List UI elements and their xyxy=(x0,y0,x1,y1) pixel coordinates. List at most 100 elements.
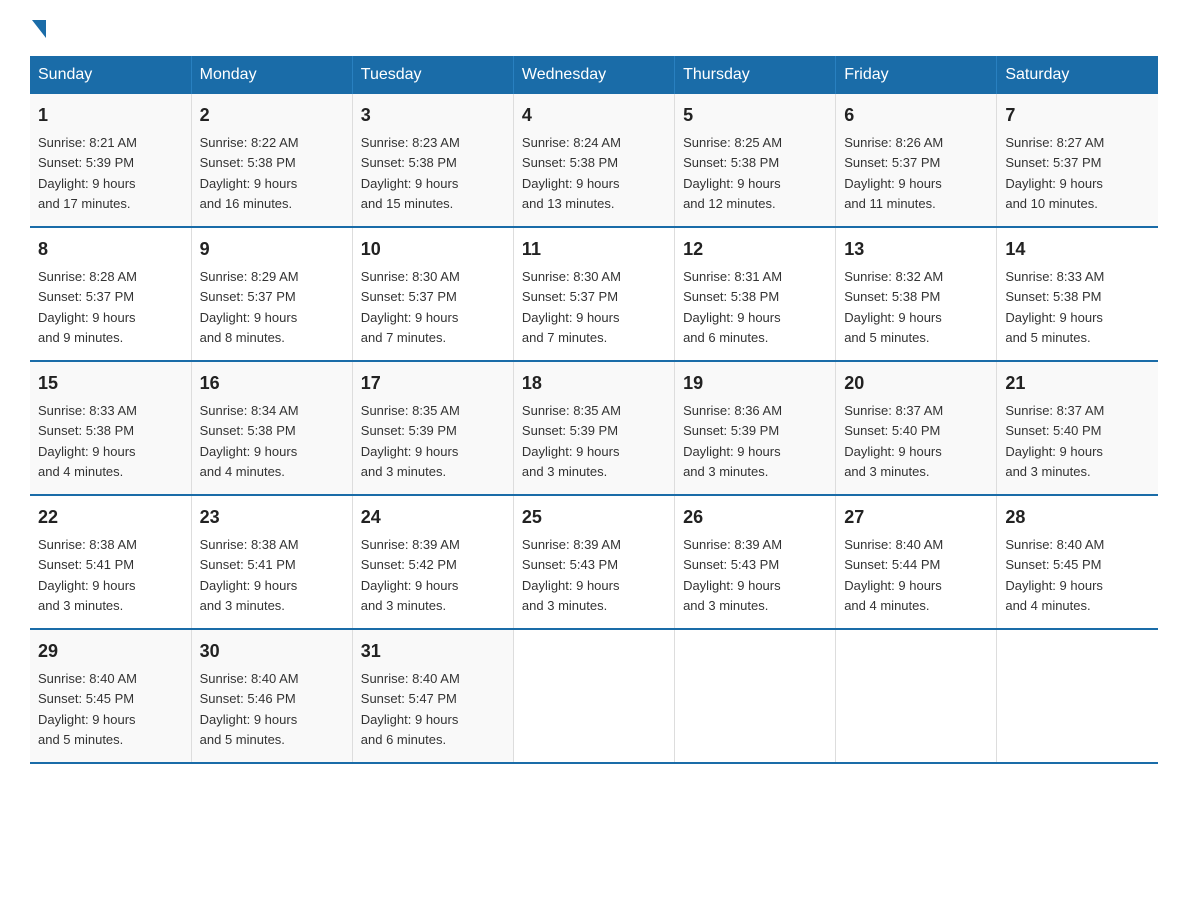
day-cell xyxy=(675,629,836,763)
day-cell: 19 Sunrise: 8:36 AMSunset: 5:39 PMDayligh… xyxy=(675,361,836,495)
day-cell: 5Sunrise: 8:25 AMSunset: 5:38 PMDaylight… xyxy=(675,94,836,227)
header-thursday: Thursday xyxy=(675,56,836,94)
day-cell xyxy=(836,629,997,763)
day-info: Sunrise: 8:22 AMSunset: 5:38 PMDaylight:… xyxy=(200,135,299,211)
day-cell: 13Sunrise: 8:32 AMSunset: 5:38 PMDayligh… xyxy=(836,227,997,361)
day-info: Sunrise: 8:37 AMSunset: 5:40 PMDaylight:… xyxy=(1005,403,1104,479)
day-cell: 28 Sunrise: 8:40 AMSunset: 5:45 PMDayligh… xyxy=(997,495,1158,629)
day-number: 7 xyxy=(1005,102,1150,129)
day-number: 2 xyxy=(200,102,344,129)
day-number: 10 xyxy=(361,236,505,263)
day-info: Sunrise: 8:30 AMSunset: 5:37 PMDaylight:… xyxy=(361,269,460,345)
day-cell: 7 Sunrise: 8:27 AMSunset: 5:37 PMDaylight… xyxy=(997,94,1158,227)
day-info: Sunrise: 8:40 AMSunset: 5:45 PMDaylight:… xyxy=(1005,537,1104,613)
calendar-table: SundayMondayTuesdayWednesdayThursdayFrid… xyxy=(30,56,1158,764)
header-friday: Friday xyxy=(836,56,997,94)
day-number: 6 xyxy=(844,102,988,129)
day-info: Sunrise: 8:38 AMSunset: 5:41 PMDaylight:… xyxy=(38,537,137,613)
day-number: 11 xyxy=(522,236,666,263)
day-cell xyxy=(513,629,674,763)
day-info: Sunrise: 8:35 AMSunset: 5:39 PMDaylight:… xyxy=(361,403,460,479)
day-info: Sunrise: 8:26 AMSunset: 5:37 PMDaylight:… xyxy=(844,135,943,211)
day-number: 19 xyxy=(683,370,827,397)
day-cell: 12Sunrise: 8:31 AMSunset: 5:38 PMDayligh… xyxy=(675,227,836,361)
day-cell: 25 Sunrise: 8:39 AMSunset: 5:43 PMDayligh… xyxy=(513,495,674,629)
day-info: Sunrise: 8:31 AMSunset: 5:38 PMDaylight:… xyxy=(683,269,782,345)
day-cell: 29 Sunrise: 8:40 AMSunset: 5:45 PMDayligh… xyxy=(30,629,191,763)
day-number: 22 xyxy=(38,504,183,531)
day-info: Sunrise: 8:39 AMSunset: 5:43 PMDaylight:… xyxy=(683,537,782,613)
week-row-4: 22 Sunrise: 8:38 AMSunset: 5:41 PMDayligh… xyxy=(30,495,1158,629)
day-number: 4 xyxy=(522,102,666,129)
day-cell: 21 Sunrise: 8:37 AMSunset: 5:40 PMDayligh… xyxy=(997,361,1158,495)
day-cell: 24Sunrise: 8:39 AMSunset: 5:42 PMDayligh… xyxy=(352,495,513,629)
day-info: Sunrise: 8:40 AMSunset: 5:45 PMDaylight:… xyxy=(38,671,137,747)
week-row-2: 8 Sunrise: 8:28 AMSunset: 5:37 PMDaylight… xyxy=(30,227,1158,361)
day-number: 29 xyxy=(38,638,183,665)
day-number: 8 xyxy=(38,236,183,263)
page-header xyxy=(30,20,1158,36)
day-number: 9 xyxy=(200,236,344,263)
day-info: Sunrise: 8:28 AMSunset: 5:37 PMDaylight:… xyxy=(38,269,137,345)
day-info: Sunrise: 8:29 AMSunset: 5:37 PMDaylight:… xyxy=(200,269,299,345)
day-number: 31 xyxy=(361,638,505,665)
day-cell: 30 Sunrise: 8:40 AMSunset: 5:46 PMDayligh… xyxy=(191,629,352,763)
day-cell: 16Sunrise: 8:34 AMSunset: 5:38 PMDayligh… xyxy=(191,361,352,495)
day-cell: 6 Sunrise: 8:26 AMSunset: 5:37 PMDaylight… xyxy=(836,94,997,227)
day-info: Sunrise: 8:24 AMSunset: 5:38 PMDaylight:… xyxy=(522,135,621,211)
day-cell: 1Sunrise: 8:21 AMSunset: 5:39 PMDaylight… xyxy=(30,94,191,227)
day-number: 17 xyxy=(361,370,505,397)
day-number: 20 xyxy=(844,370,988,397)
logo xyxy=(30,20,46,36)
day-cell: 4 Sunrise: 8:24 AMSunset: 5:38 PMDaylight… xyxy=(513,94,674,227)
day-number: 21 xyxy=(1005,370,1150,397)
week-row-1: 1Sunrise: 8:21 AMSunset: 5:39 PMDaylight… xyxy=(30,94,1158,227)
header-saturday: Saturday xyxy=(997,56,1158,94)
day-info: Sunrise: 8:36 AMSunset: 5:39 PMDaylight:… xyxy=(683,403,782,479)
day-number: 30 xyxy=(200,638,344,665)
day-info: Sunrise: 8:38 AMSunset: 5:41 PMDaylight:… xyxy=(200,537,299,613)
day-info: Sunrise: 8:40 AMSunset: 5:46 PMDaylight:… xyxy=(200,671,299,747)
day-cell: 15Sunrise: 8:33 AMSunset: 5:38 PMDayligh… xyxy=(30,361,191,495)
day-info: Sunrise: 8:27 AMSunset: 5:37 PMDaylight:… xyxy=(1005,135,1104,211)
calendar-body: 1Sunrise: 8:21 AMSunset: 5:39 PMDaylight… xyxy=(30,94,1158,763)
day-info: Sunrise: 8:35 AMSunset: 5:39 PMDaylight:… xyxy=(522,403,621,479)
day-info: Sunrise: 8:21 AMSunset: 5:39 PMDaylight:… xyxy=(38,135,137,211)
day-cell: 20 Sunrise: 8:37 AMSunset: 5:40 PMDayligh… xyxy=(836,361,997,495)
day-info: Sunrise: 8:40 AMSunset: 5:47 PMDaylight:… xyxy=(361,671,460,747)
day-number: 16 xyxy=(200,370,344,397)
day-cell: 10 Sunrise: 8:30 AMSunset: 5:37 PMDayligh… xyxy=(352,227,513,361)
header-tuesday: Tuesday xyxy=(352,56,513,94)
day-number: 26 xyxy=(683,504,827,531)
day-cell: 23 Sunrise: 8:38 AMSunset: 5:41 PMDayligh… xyxy=(191,495,352,629)
day-number: 23 xyxy=(200,504,344,531)
header-wednesday: Wednesday xyxy=(513,56,674,94)
day-number: 27 xyxy=(844,504,988,531)
day-number: 3 xyxy=(361,102,505,129)
day-number: 28 xyxy=(1005,504,1150,531)
day-info: Sunrise: 8:39 AMSunset: 5:43 PMDaylight:… xyxy=(522,537,621,613)
day-number: 24 xyxy=(361,504,505,531)
day-cell: 31 Sunrise: 8:40 AMSunset: 5:47 PMDayligh… xyxy=(352,629,513,763)
day-number: 14 xyxy=(1005,236,1150,263)
day-cell: 2 Sunrise: 8:22 AMSunset: 5:38 PMDaylight… xyxy=(191,94,352,227)
header-monday: Monday xyxy=(191,56,352,94)
day-info: Sunrise: 8:33 AMSunset: 5:38 PMDaylight:… xyxy=(1005,269,1104,345)
day-cell xyxy=(997,629,1158,763)
day-cell: 27 Sunrise: 8:40 AMSunset: 5:44 PMDayligh… xyxy=(836,495,997,629)
day-cell: 11Sunrise: 8:30 AMSunset: 5:37 PMDayligh… xyxy=(513,227,674,361)
day-info: Sunrise: 8:32 AMSunset: 5:38 PMDaylight:… xyxy=(844,269,943,345)
day-info: Sunrise: 8:25 AMSunset: 5:38 PMDaylight:… xyxy=(683,135,782,211)
week-row-3: 15Sunrise: 8:33 AMSunset: 5:38 PMDayligh… xyxy=(30,361,1158,495)
day-cell: 14 Sunrise: 8:33 AMSunset: 5:38 PMDayligh… xyxy=(997,227,1158,361)
day-info: Sunrise: 8:37 AMSunset: 5:40 PMDaylight:… xyxy=(844,403,943,479)
day-cell: 18 Sunrise: 8:35 AMSunset: 5:39 PMDayligh… xyxy=(513,361,674,495)
day-cell: 9 Sunrise: 8:29 AMSunset: 5:37 PMDaylight… xyxy=(191,227,352,361)
day-number: 25 xyxy=(522,504,666,531)
day-cell: 26 Sunrise: 8:39 AMSunset: 5:43 PMDayligh… xyxy=(675,495,836,629)
day-number: 18 xyxy=(522,370,666,397)
day-info: Sunrise: 8:40 AMSunset: 5:44 PMDaylight:… xyxy=(844,537,943,613)
day-cell: 17 Sunrise: 8:35 AMSunset: 5:39 PMDayligh… xyxy=(352,361,513,495)
header-sunday: Sunday xyxy=(30,56,191,94)
day-info: Sunrise: 8:33 AMSunset: 5:38 PMDaylight:… xyxy=(38,403,137,479)
